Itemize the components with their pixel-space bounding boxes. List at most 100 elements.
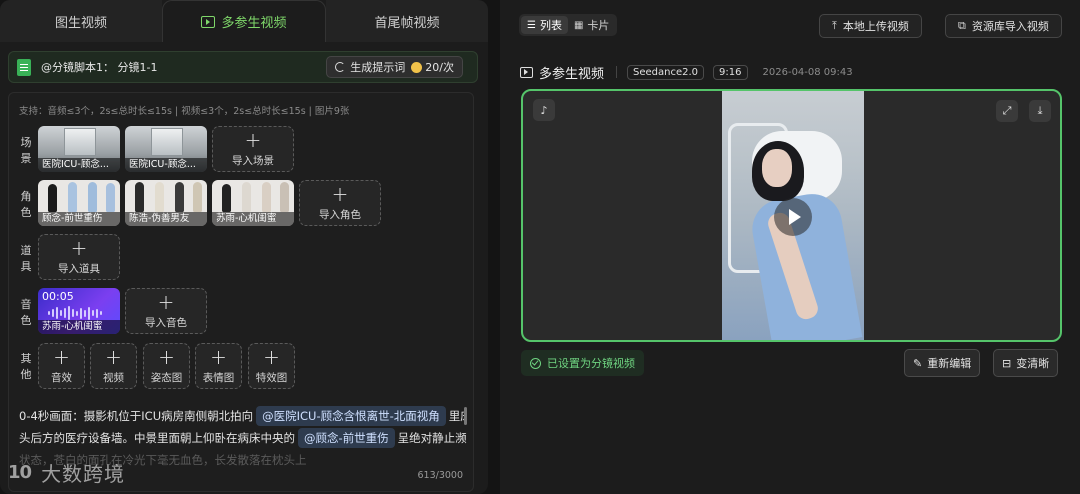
support-hint: 支持：音频≤3个，2s≤总时长≤15s | 视频≤3个，2s≤总时长≤15s |… bbox=[19, 106, 350, 117]
fullscreen-icon[interactable]: ⤢ bbox=[996, 100, 1018, 122]
tab-image-to-video[interactable]: 图生视频 bbox=[0, 0, 162, 42]
figure-shape bbox=[193, 182, 202, 212]
other-item-label: 特效图 bbox=[255, 371, 288, 384]
asset-caption: 苏雨-心机闺蜜 bbox=[38, 320, 120, 334]
plus-icon: + bbox=[244, 127, 262, 152]
plus-icon: + bbox=[53, 344, 70, 369]
plus-icon: + bbox=[70, 235, 88, 260]
scene-asset[interactable]: 医院ICU-顾念... bbox=[38, 126, 120, 172]
add-expression-image-button[interactable]: + 表情图 bbox=[195, 343, 242, 389]
character-asset[interactable]: 苏雨-心机闺蜜 bbox=[212, 180, 294, 226]
video-player[interactable]: ♪ ⤢ ⤓ bbox=[521, 89, 1062, 342]
add-effect-image-button[interactable]: + 特效图 bbox=[248, 343, 295, 389]
character-asset[interactable]: 顾念-前世重伤 bbox=[38, 180, 120, 226]
import-label: 资源库导入视频 bbox=[971, 20, 1049, 33]
mode-tabs: 图生视频 多参生视频 首尾帧视频 bbox=[0, 0, 488, 42]
watermark-logo: 10 bbox=[8, 462, 32, 483]
import-voice-button[interactable]: + 导入音色 bbox=[125, 288, 207, 334]
music-icon[interactable]: ♪ bbox=[533, 99, 555, 121]
reedit-button[interactable]: ✎ 重新编辑 bbox=[904, 349, 981, 377]
edit-icon: ✎ bbox=[913, 356, 923, 370]
other-item-label: 视频 bbox=[103, 371, 124, 384]
upload-local-video-button[interactable]: ⤒ 本地上传视频 bbox=[819, 14, 922, 38]
figure-shape bbox=[262, 182, 271, 212]
grid-icon: ▦ bbox=[573, 19, 584, 31]
mention-tag[interactable]: @顾念-前世重伤 bbox=[298, 428, 395, 448]
other-item-label: 姿态图 bbox=[150, 371, 183, 384]
card-view-label: 卡片 bbox=[587, 19, 610, 32]
download-icon[interactable]: ⤓ bbox=[1029, 100, 1051, 122]
tab-multi-ref-video[interactable]: 多参生视频 bbox=[162, 0, 326, 42]
import-character-button[interactable]: + 导入角色 bbox=[299, 180, 381, 226]
row-label-scene: 场景 bbox=[20, 136, 32, 165]
asset-caption: 顾念-前世重伤 bbox=[38, 212, 120, 226]
asset-caption: 苏雨-心机闺蜜 bbox=[212, 212, 294, 226]
add-video-button[interactable]: + 视频 bbox=[90, 343, 137, 389]
asset-caption: 医院ICU-顾念... bbox=[125, 158, 207, 172]
other-item-label: 表情图 bbox=[202, 371, 235, 384]
figure-shape bbox=[242, 182, 251, 212]
script-label: @分镜脚本1： 分镜1-1 bbox=[41, 61, 158, 74]
patient-face-shape bbox=[762, 149, 792, 187]
prompt-text: 头后方的医疗设备墙。中景里面朝上仰卧在病床中央的 bbox=[19, 431, 295, 445]
watermark: 10 大数跨境 bbox=[8, 458, 125, 487]
tab-label: 图生视频 bbox=[54, 15, 107, 31]
video-header: 多参生视频 Seedance2.0 9:16 2026-04-08 09:43 bbox=[520, 62, 853, 82]
voice-asset[interactable]: 00:05 苏雨-心机闺蜜 bbox=[38, 288, 120, 334]
list-view-button[interactable]: ☰ 列表 bbox=[521, 16, 568, 34]
upscale-icon: ⊟ bbox=[1002, 356, 1012, 370]
figure-shape bbox=[48, 184, 57, 212]
prompt-line: 0-4秒画面：摄影机位于ICU病房南侧朝北拍向 @医院ICU-顾念含恨离世-北面视… bbox=[19, 405, 467, 427]
figure-shape bbox=[106, 183, 115, 212]
list-view-label: 列表 bbox=[539, 19, 562, 32]
play-icon[interactable] bbox=[774, 198, 812, 236]
prompt-line: 头后方的医疗设备墙。中景里面朝上仰卧在病床中央的@顾念-前世重伤呈绝对静止濒死 bbox=[19, 427, 467, 449]
refresh-icon bbox=[335, 62, 346, 72]
model-tag: Seedance2.0 bbox=[627, 64, 705, 80]
divider bbox=[616, 66, 618, 78]
upload-label: 本地上传视频 bbox=[842, 20, 909, 33]
asset-caption: 医院ICU-顾念... bbox=[38, 158, 120, 172]
tab-first-last-frame[interactable]: 首尾帧视频 bbox=[326, 0, 488, 42]
prompt-text: 0-4秒画面：摄影机位于ICU病房南侧朝北拍向 bbox=[19, 409, 254, 423]
import-scene-label: 导入场景 bbox=[232, 154, 274, 167]
scene-asset[interactable]: 医院ICU-顾念... bbox=[125, 126, 207, 172]
plus-icon: + bbox=[210, 344, 227, 369]
other-item-label: 音效 bbox=[51, 371, 72, 384]
status-label: 已设置为分镜视频 bbox=[547, 357, 635, 370]
app-root: 图生视频 多参生视频 首尾帧视频 @分镜脚本1： 分镜1-1 生成提示词 20/… bbox=[0, 0, 1080, 494]
mention-tag[interactable]: @医院ICU-顾念含恨离世-北面视角 bbox=[256, 406, 446, 426]
import-icon: ⧉ bbox=[958, 19, 966, 32]
figure-shape bbox=[222, 184, 231, 212]
import-scene-button[interactable]: + 导入场景 bbox=[212, 126, 294, 172]
add-pose-image-button[interactable]: + 姿态图 bbox=[143, 343, 190, 389]
upscale-label: 变清晰 bbox=[1016, 357, 1050, 370]
tab-label: 多参生视频 bbox=[221, 16, 287, 31]
upload-icon: ⤒ bbox=[832, 19, 837, 32]
character-asset[interactable]: 陈浩-伪善男友 bbox=[125, 180, 207, 226]
storyboard-script-bar: @分镜脚本1： 分镜1-1 生成提示词 20/次 bbox=[8, 51, 478, 83]
row-label-prop: 道具 bbox=[20, 244, 32, 273]
timestamp: 2026-04-08 09:43 bbox=[762, 66, 853, 78]
row-label-voice: 音色 bbox=[20, 298, 32, 327]
prompt-scrollbar[interactable] bbox=[464, 407, 467, 425]
add-sound-effect-button[interactable]: + 音效 bbox=[38, 343, 85, 389]
import-prop-label: 导入道具 bbox=[58, 262, 100, 275]
upscale-button[interactable]: ⊟ 变清晰 bbox=[993, 349, 1059, 377]
prompt-text: 呈绝对静止濒死 bbox=[397, 431, 467, 445]
plus-icon: + bbox=[263, 344, 280, 369]
video-icon bbox=[520, 66, 533, 78]
figure-shape bbox=[175, 182, 184, 212]
figure-shape bbox=[155, 182, 164, 212]
video-frame[interactable] bbox=[722, 91, 864, 340]
plus-icon: + bbox=[331, 181, 349, 206]
card-view-button[interactable]: ▦ 卡片 bbox=[568, 16, 615, 34]
plus-icon: + bbox=[157, 289, 175, 314]
generate-prompt-button[interactable]: 生成提示词 20/次 bbox=[326, 56, 463, 78]
reedit-label: 重新编辑 bbox=[927, 357, 972, 370]
tab-label: 首尾帧视频 bbox=[374, 15, 440, 31]
import-prop-button[interactable]: + 导入道具 bbox=[38, 234, 120, 280]
row-label-other: 其他 bbox=[20, 352, 32, 381]
generate-cost: 20/次 bbox=[425, 61, 454, 74]
import-library-video-button[interactable]: ⧉ 资源库导入视频 bbox=[945, 14, 1062, 38]
